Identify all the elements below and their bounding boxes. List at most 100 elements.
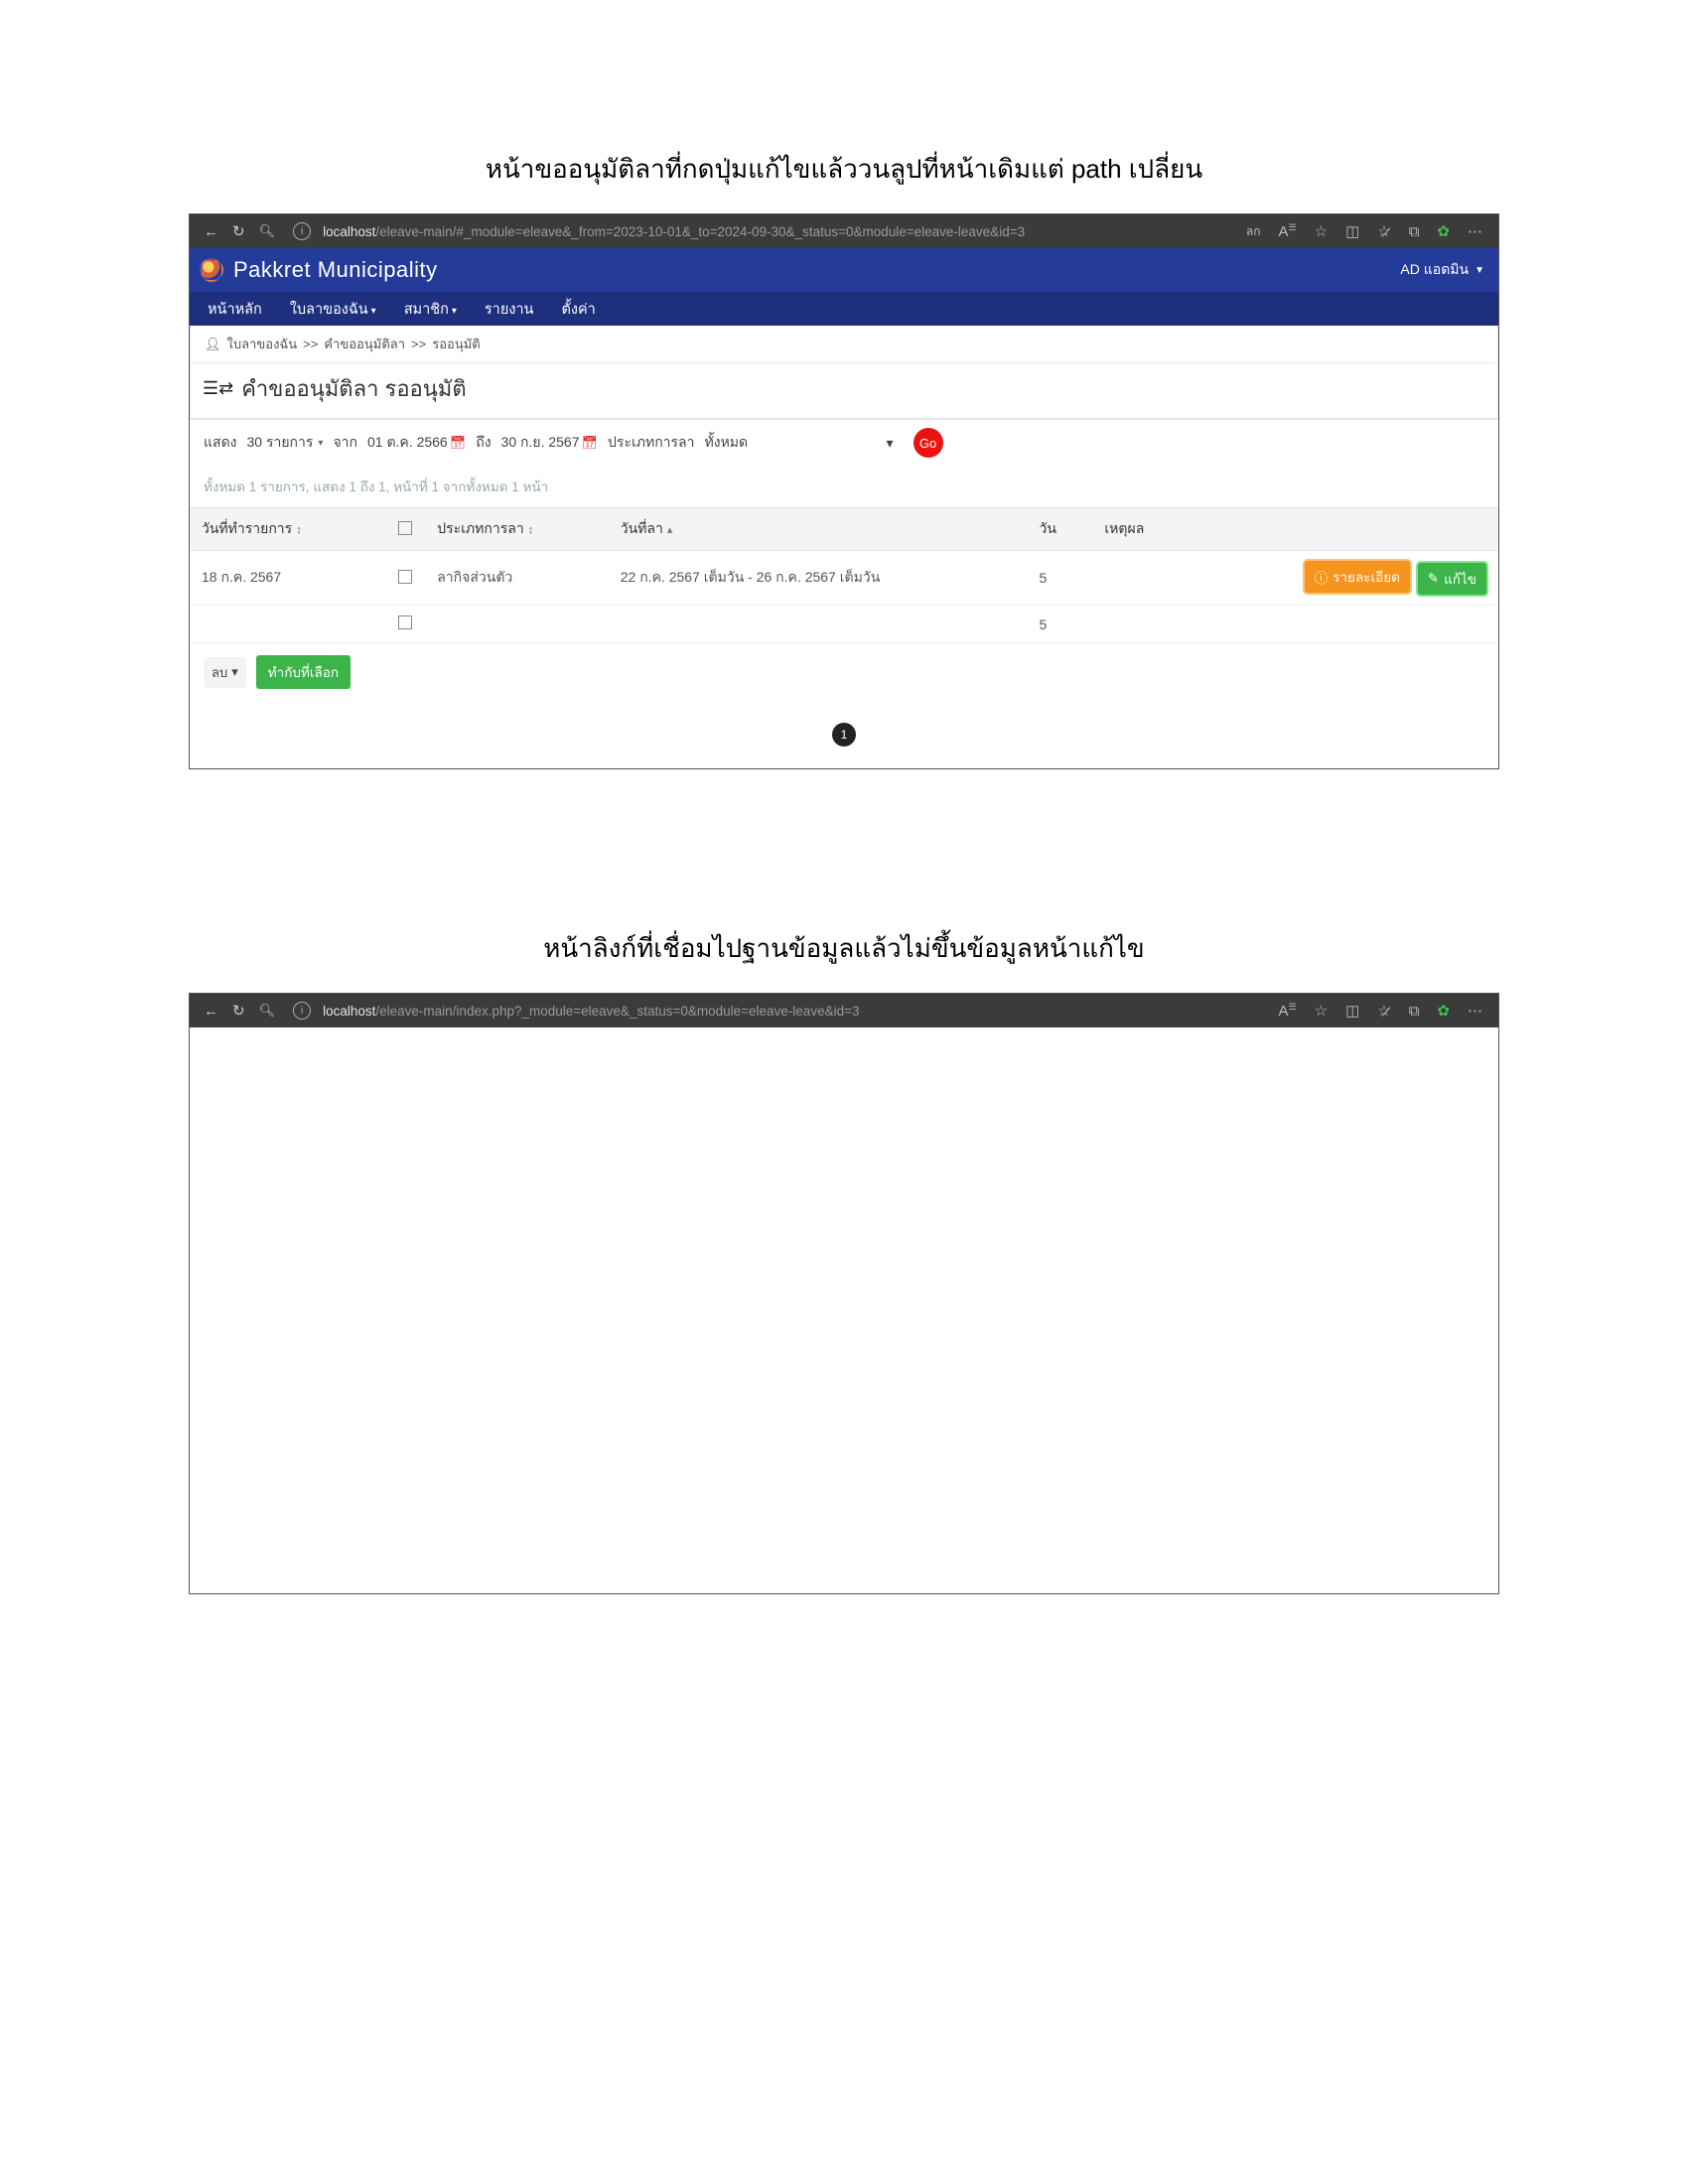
star-icon[interactable]: ☆ — [1309, 222, 1334, 240]
caption-1: หน้าขออนุมัติลาที่กดปุ่มแก้ไขแล้ววนลูปที… — [189, 149, 1499, 190]
content-area: 👤︎ ใบลาของฉัน >> คำขออนุมัติลา >> รออนุม… — [190, 326, 1498, 768]
nav-settings[interactable]: ตั้งค่า — [561, 298, 595, 321]
per-page-value: 30 รายการ — [247, 432, 314, 454]
col-date[interactable]: วันที่ทำรายการ↕ — [190, 508, 386, 551]
col-reason: เหตุผล — [1092, 508, 1289, 551]
site-info-icon[interactable]: i — [293, 1002, 311, 1020]
split-icon[interactable]: ◫ — [1339, 222, 1365, 240]
refresh-icon[interactable]: ↻ — [228, 222, 249, 240]
leave-type-value: ทั้งหมด — [705, 432, 749, 454]
col-range[interactable]: วันที่ลา▴ — [609, 508, 1028, 551]
logo-icon — [200, 258, 223, 282]
browser-window-1: ← ↻ 🔍︎ i localhost/eleave-main/#_module=… — [189, 213, 1499, 769]
bc-2[interactable]: คำขออนุมัติลา — [324, 334, 405, 354]
bulk-action-select[interactable]: ลบ ▾ — [204, 657, 246, 688]
result-summary: ทั้งหมด 1 รายการ, แสดง 1 ถึง 1, หน้าที่ … — [190, 466, 1498, 507]
info-icon: ⓘ — [1315, 567, 1329, 587]
extension-icon[interactable]: ✿ — [1431, 1002, 1456, 1020]
detail-button[interactable]: ⓘ รายละเอียด — [1305, 561, 1410, 593]
go-button[interactable]: Go — [914, 428, 943, 458]
address-bar[interactable]: localhost/eleave-main/index.php?_module=… — [323, 1004, 859, 1019]
app-header: Pakkret Municipality AD แอดมิน ▼ — [190, 248, 1498, 292]
edit-label: แก้ไข — [1444, 568, 1477, 590]
nav-member[interactable]: สมาชิก▾ — [404, 298, 457, 321]
search-icon[interactable]: 🔍︎ — [255, 223, 280, 239]
url-path: /eleave-main/index.php?_module=eleave&_s… — [375, 1004, 859, 1019]
user-label: AD แอดมิน — [1400, 259, 1469, 281]
browser-window-2: ← ↻ 🔍︎ i localhost/eleave-main/index.php… — [189, 993, 1499, 1594]
address-bar[interactable]: localhost/eleave-main/#_module=eleave&_f… — [323, 224, 1025, 239]
app-title: Pakkret Municipality — [233, 257, 438, 283]
table-row: 5 — [190, 606, 1498, 643]
date-to-input[interactable]: 30 ก.ย. 2567📅︎ — [501, 432, 598, 454]
collections-icon[interactable]: ⧉ — [1403, 1003, 1426, 1020]
chevron-down-icon: ▾ — [318, 438, 323, 449]
pagination: 1 — [190, 707, 1498, 768]
row-checkbox[interactable] — [398, 570, 412, 584]
star-icon[interactable]: ☆ — [1309, 1002, 1334, 1020]
chevron-down-icon: ▾ — [452, 306, 457, 317]
more-icon[interactable]: ⋯ — [1462, 1002, 1488, 1020]
app-nav: หน้าหลัก ใบลาของฉัน▾ สมาชิก▾ รายงาน ตั้ง… — [190, 292, 1498, 326]
read-aloud-icon[interactable]: A☰ — [1273, 222, 1303, 240]
detail-label: รายละเอียด — [1333, 566, 1400, 588]
sort-icon: ↕ — [296, 524, 302, 536]
refresh-icon[interactable]: ↻ — [228, 1002, 249, 1020]
bulk-actions: ลบ ▾ ทำกับที่เลือก — [190, 643, 1498, 707]
cell-range: 22 ก.ค. 2567 เต็มวัน - 26 ก.ค. 2567 เต็ม… — [609, 551, 1028, 606]
cell-days: 5 — [1028, 551, 1093, 606]
nav-report[interactable]: รายงาน — [485, 298, 534, 321]
site-info-icon[interactable]: i — [293, 222, 311, 240]
split-icon[interactable]: ◫ — [1339, 1002, 1365, 1020]
url-host: localhost — [323, 224, 375, 239]
browser-toolbar-1: ← ↻ 🔍︎ i localhost/eleave-main/#_module=… — [190, 214, 1498, 248]
favorites-icon[interactable]: ☆̷ — [1371, 1002, 1396, 1020]
select-all-checkbox[interactable] — [398, 521, 412, 535]
breadcrumb: 👤︎ ใบลาของฉัน >> คำขออนุมัติลา >> รออนุม… — [191, 326, 1497, 363]
show-label: แสดง — [204, 432, 237, 454]
bc-1[interactable]: ใบลาของฉัน — [227, 334, 298, 354]
extension-icon[interactable]: ✿ — [1431, 222, 1456, 240]
nav-home[interactable]: หน้าหลัก — [208, 298, 262, 321]
edit-button[interactable]: ✎ แก้ไข — [1418, 563, 1486, 595]
leave-table: วันที่ทำรายการ↕ ประเภทการลา↕ วันที่ลา▴ ว… — [190, 507, 1498, 643]
back-icon[interactable]: ← — [200, 1003, 222, 1020]
page-1[interactable]: 1 — [832, 723, 856, 747]
collections-icon[interactable]: ⧉ — [1403, 223, 1426, 240]
browser-toolbar-2: ← ↻ 🔍︎ i localhost/eleave-main/index.php… — [190, 994, 1498, 1027]
leave-type-select[interactable]: ทั้งหมด ▾ — [705, 432, 904, 454]
list-icon: ☰⇄ — [203, 378, 233, 399]
search-icon[interactable]: 🔍︎ — [255, 1003, 280, 1019]
cell-type: ลากิจส่วนตัว — [425, 551, 609, 606]
nav-myleave[interactable]: ใบลาของฉัน▾ — [290, 298, 376, 321]
back-icon[interactable]: ← — [200, 223, 222, 240]
apply-bulk-button[interactable]: ทำกับที่เลือก — [256, 655, 351, 689]
col-days: วัน — [1028, 508, 1093, 551]
page-title: คำขออนุมัติลา รออนุมัติ — [241, 371, 466, 406]
more-icon[interactable]: ⋯ — [1462, 222, 1488, 240]
chevron-down-icon: ▾ — [231, 664, 238, 680]
sort-icon: ↕ — [528, 524, 534, 536]
user-menu[interactable]: AD แอดมิน ▼ — [1400, 259, 1484, 281]
filter-bar: แสดง 30 รายการ ▾ จาก 01 ต.ค. 2566📅︎ ถึง … — [190, 419, 1498, 466]
bc-sep: >> — [303, 337, 318, 351]
chevron-down-icon: ▼ — [1475, 265, 1484, 276]
bc-3: รออนุมัติ — [432, 334, 481, 354]
read-aloud-icon[interactable]: A☰ — [1273, 1002, 1303, 1020]
chevron-down-icon: ▾ — [371, 306, 376, 317]
url-host: localhost — [323, 1004, 375, 1019]
from-label: จาก — [333, 432, 357, 454]
table-row: 18 ก.ค. 2567 ลากิจส่วนตัว 22 ก.ค. 2567 เ… — [190, 551, 1498, 606]
person-icon: 👤︎ — [205, 337, 221, 352]
row-checkbox[interactable] — [398, 615, 412, 629]
caption-2: หน้าลิงก์ที่เชื่อมไปฐานข้อมูลแล้วไม่ขึ้น… — [189, 928, 1499, 969]
pencil-icon: ✎ — [1428, 571, 1439, 587]
per-page-select[interactable]: 30 รายการ ▾ — [247, 432, 324, 454]
chevron-down-icon: ▾ — [886, 435, 893, 452]
lang-badge: ลก — [1240, 222, 1267, 241]
date-from-input[interactable]: 01 ต.ค. 2566📅︎ — [367, 432, 466, 454]
cell-date: 18 ก.ค. 2567 — [190, 551, 386, 606]
col-type[interactable]: ประเภทการลา↕ — [425, 508, 609, 551]
favorites-icon[interactable]: ☆̷ — [1371, 222, 1396, 240]
cell-days: 5 — [1028, 606, 1093, 643]
